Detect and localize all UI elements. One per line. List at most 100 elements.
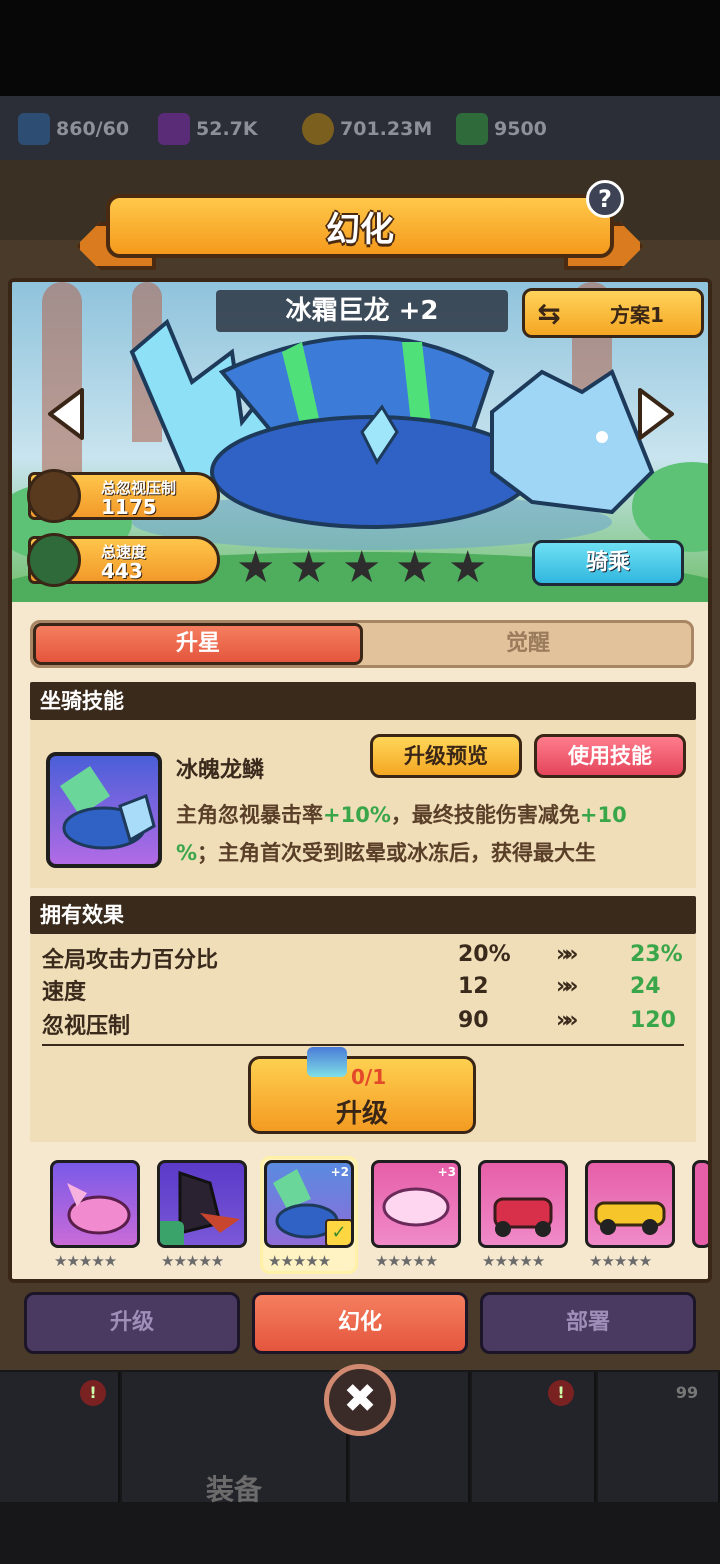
game-screen: 860/60 52.7K 701.23M 9500 ! ! 99 装备 幻化 ? bbox=[0, 0, 720, 1564]
skill-description: 主角忽视暴击率+10%，最终技能伤害减免+10 %；主角首次受到眩晕或冰冻后，获得… bbox=[176, 796, 692, 872]
count-badge: 99 bbox=[675, 1383, 699, 1402]
effect-next: 24 bbox=[630, 974, 661, 999]
mount-card[interactable]: +3 bbox=[371, 1160, 461, 1248]
card-stars: ★★★★★ bbox=[54, 1252, 117, 1270]
suppress-icon bbox=[27, 469, 81, 523]
star-icon: ★ bbox=[289, 542, 329, 593]
card-stars: ★★★★★ bbox=[268, 1252, 331, 1270]
tab-upgrade[interactable]: 升级 bbox=[24, 1292, 240, 1354]
token-value: 9500 bbox=[494, 118, 547, 140]
coin-icon bbox=[302, 113, 334, 145]
owned-badge-icon bbox=[160, 1221, 184, 1245]
tab-awaken[interactable]: 觉醒 bbox=[363, 623, 693, 665]
transform-panel: 冰霜巨龙 +2 ⇆ 方案1 总忽视压制 1175 总速度 443 ★ ★ ★ ★… bbox=[8, 278, 712, 1283]
mount-card-selected[interactable]: +2 ✓ bbox=[264, 1160, 354, 1248]
help-button[interactable]: ? bbox=[586, 180, 624, 218]
speed-boot-icon bbox=[27, 533, 81, 587]
double-arrow-icon: »» bbox=[556, 942, 579, 967]
mount-card[interactable] bbox=[50, 1160, 140, 1248]
mount-card-list: ★★★★★ ★★★★★ +2 ✓ ★★★★★ +3 ★★★★★ ★★★★★ ★★… bbox=[12, 1152, 708, 1279]
star-icon: ★ bbox=[448, 542, 488, 593]
desc-highlight: +10 bbox=[579, 803, 627, 827]
notice-badge: ! bbox=[548, 1380, 574, 1406]
next-arrow-icon[interactable] bbox=[636, 386, 678, 442]
mount-card[interactable] bbox=[478, 1160, 568, 1248]
effect-name: 速度 bbox=[42, 980, 87, 1005]
effect-row: 速度 12 »» 24 bbox=[42, 974, 692, 1006]
plan-switch-button[interactable]: ⇆ 方案1 bbox=[522, 288, 704, 338]
go-kart-icon bbox=[493, 1197, 553, 1237]
pink-dragon-icon bbox=[67, 1183, 131, 1235]
notice-badge: ! bbox=[80, 1380, 106, 1406]
effect-row: 全局攻击力百分比 20% »» 23% bbox=[42, 942, 692, 974]
gem-icon bbox=[158, 113, 190, 145]
resource-gem: 52.7K bbox=[158, 112, 258, 146]
yellow-car-icon bbox=[594, 1201, 666, 1235]
bg-nav-bag bbox=[598, 1372, 720, 1502]
stat-value: 443 bbox=[101, 559, 143, 583]
skill-name: 冰魄龙鳞 bbox=[176, 758, 265, 783]
mount-card[interactable] bbox=[585, 1160, 675, 1248]
divider bbox=[42, 1044, 684, 1046]
prev-arrow-icon[interactable] bbox=[44, 386, 86, 442]
tab-deploy[interactable]: 部署 bbox=[480, 1292, 696, 1354]
nav-label-equip: 装备 bbox=[206, 1473, 263, 1506]
card-stars: ★★★★★ bbox=[161, 1252, 224, 1270]
card-plus-level: +3 bbox=[437, 1165, 456, 1179]
card-plus-level: +2 bbox=[330, 1165, 349, 1179]
mount-card-partial[interactable] bbox=[692, 1160, 708, 1248]
desc-text: 主角忽视暴击率 bbox=[176, 803, 323, 827]
effect-current: 12 bbox=[458, 974, 489, 999]
mount-card[interactable] bbox=[157, 1160, 247, 1248]
star-icon: ★ bbox=[395, 542, 435, 593]
top-bar bbox=[0, 0, 720, 96]
card-stars: ★★★★★ bbox=[482, 1252, 545, 1270]
mount-name: 冰霜巨龙 +2 bbox=[216, 290, 508, 332]
tab-bar: 升星 觉醒 bbox=[30, 620, 694, 668]
star-rating: ★ ★ ★ ★ ★ bbox=[236, 546, 501, 590]
star-icon: ★ bbox=[236, 542, 276, 593]
use-skill-button[interactable]: 使用技能 bbox=[534, 734, 686, 778]
effect-name: 忽视压制 bbox=[42, 1014, 131, 1039]
stat-speed: 总速度 443 bbox=[27, 533, 220, 587]
double-arrow-icon: »» bbox=[556, 974, 579, 999]
effect-current: 90 bbox=[458, 1008, 489, 1033]
upgrade-preview-button[interactable]: 升级预览 bbox=[370, 734, 522, 778]
upgrade-label: 升级 bbox=[335, 1099, 388, 1129]
coin-value: 701.23M bbox=[340, 118, 433, 140]
tab-star-up[interactable]: 升星 bbox=[33, 623, 363, 665]
resource-token: 9500 bbox=[456, 112, 547, 146]
plan-label: 方案1 bbox=[610, 302, 664, 327]
swap-icon: ⇆ bbox=[537, 296, 561, 330]
material-count: 0/1 bbox=[351, 1065, 387, 1089]
star-icon: ★ bbox=[342, 542, 382, 593]
skill-icon[interactable] bbox=[46, 752, 162, 868]
desc-highlight: % bbox=[176, 841, 198, 865]
effect-next: 120 bbox=[630, 1008, 676, 1033]
bg-nav-upgrade bbox=[472, 1372, 596, 1502]
stat-value: 1175 bbox=[101, 495, 157, 519]
effect-next: 23% bbox=[630, 942, 683, 967]
card-stars: ★★★★★ bbox=[375, 1252, 438, 1270]
effects-section-title: 拥有效果 bbox=[30, 896, 696, 934]
check-icon: ✓ bbox=[325, 1219, 351, 1245]
card-stars: ★★★★★ bbox=[589, 1252, 652, 1270]
energy-value: 860/60 bbox=[56, 118, 130, 140]
resource-coin: 701.23M bbox=[302, 112, 432, 146]
ice-dragon-thumb-icon bbox=[60, 766, 156, 850]
upgrade-button[interactable]: 0/1 升级 bbox=[248, 1047, 476, 1134]
tab-transform[interactable]: 幻化 bbox=[252, 1292, 468, 1354]
token-icon bbox=[456, 113, 488, 145]
ride-button[interactable]: 骑乘 bbox=[532, 540, 684, 586]
effect-name: 全局攻击力百分比 bbox=[42, 948, 219, 973]
close-button[interactable]: ✖ bbox=[324, 1364, 396, 1436]
gem-value: 52.7K bbox=[196, 118, 258, 140]
effect-current: 20% bbox=[458, 942, 511, 967]
material-dragon-icon bbox=[307, 1047, 347, 1077]
stat-ignore-suppress: 总忽视压制 1175 bbox=[27, 469, 220, 523]
effect-row: 忽视压制 90 »» 120 bbox=[42, 1008, 692, 1040]
desc-text: ，最终技能伤害减免 bbox=[390, 803, 580, 827]
skill-section-title: 坐骑技能 bbox=[30, 682, 696, 720]
resource-energy: 860/60 bbox=[18, 112, 129, 146]
double-arrow-icon: »» bbox=[556, 1008, 579, 1033]
